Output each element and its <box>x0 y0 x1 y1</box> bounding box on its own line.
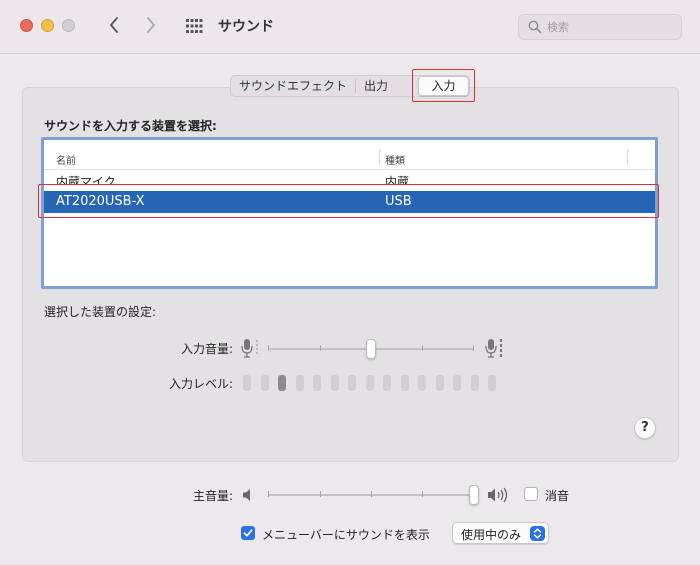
tab-input[interactable]: 入力 <box>418 76 469 96</box>
level-segment <box>453 375 461 391</box>
title-bar: サウンド <box>0 0 700 54</box>
mic-low-icon <box>241 339 258 358</box>
level-segment <box>260 375 269 391</box>
device-settings-heading: 選択した装置の設定: <box>44 305 157 319</box>
minimize-window-button[interactable] <box>41 19 54 32</box>
speaker-low-icon <box>243 489 250 501</box>
level-segment <box>278 375 286 391</box>
search-icon <box>528 20 542 34</box>
show-all-button[interactable] <box>185 17 203 35</box>
speaker-high-icon <box>488 487 508 503</box>
slider-tick <box>371 491 372 497</box>
mute-checkbox[interactable] <box>524 487 538 501</box>
column-divider <box>627 149 628 165</box>
chevron-right-icon <box>147 17 155 33</box>
slider-tick <box>320 345 321 351</box>
popup-value: 使用中のみ <box>461 528 522 542</box>
level-segment <box>488 375 496 391</box>
checkmark-icon <box>243 529 253 537</box>
row-highlight-box <box>38 184 659 218</box>
column-header-type[interactable]: 種類 <box>385 152 405 167</box>
slider-tick <box>268 491 269 497</box>
search-input[interactable] <box>547 18 677 36</box>
mic-high-icon <box>485 339 502 358</box>
level-segment <box>400 375 409 391</box>
popup-arrows <box>530 526 545 541</box>
level-segment <box>295 375 304 391</box>
level-segment <box>418 375 426 391</box>
window-title: サウンド <box>218 19 274 35</box>
level-segment <box>313 375 321 391</box>
input-volume-label: 入力音量: <box>180 342 233 356</box>
back-button[interactable] <box>104 14 124 36</box>
level-segment <box>243 375 251 391</box>
slider-tick <box>422 491 423 497</box>
level-segment <box>470 375 479 391</box>
device-name: 内蔵マイク <box>56 175 116 184</box>
main-volume-slider-knob[interactable] <box>469 485 479 505</box>
table-header: 名前 種類 <box>44 140 655 170</box>
level-segment <box>365 375 374 391</box>
tab-output[interactable]: 出力 <box>356 75 396 97</box>
slider-tick <box>268 345 269 351</box>
input-level-label: 入力レベル: <box>168 377 233 391</box>
show-in-menubar-checkbox[interactable] <box>241 526 255 540</box>
level-segment <box>383 375 391 391</box>
zoom-window-button[interactable] <box>62 19 75 32</box>
up-down-chevron-icon <box>533 528 542 539</box>
search-field[interactable] <box>518 14 682 40</box>
tab-sound-effects[interactable]: サウンドエフェクト <box>231 75 355 97</box>
grid-icon <box>186 19 203 33</box>
device-type: 内蔵 <box>385 175 410 184</box>
sound-preferences-window: サウンド サウンドエフェクト 出力 入力 サウンドを入力する装置を選択: 名前 … <box>0 0 700 565</box>
column-divider <box>379 149 380 165</box>
help-button[interactable]: ? <box>634 417 656 439</box>
slider-tick <box>422 345 423 351</box>
level-segment <box>435 375 444 391</box>
slider-tick <box>320 491 321 497</box>
level-segment <box>348 375 356 391</box>
mute-label: 消音 <box>545 489 570 503</box>
column-header-name[interactable]: 名前 <box>56 152 76 167</box>
chevron-left-icon <box>110 17 118 33</box>
close-window-button[interactable] <box>20 19 33 32</box>
menubar-mode-popup[interactable]: 使用中のみ <box>452 522 549 544</box>
level-segment <box>330 375 339 391</box>
slider-tick <box>473 345 474 351</box>
input-device-heading: サウンドを入力する装置を選択: <box>44 119 217 133</box>
show-in-menubar-label: メニューバーにサウンドを表示 <box>262 528 430 542</box>
input-volume-slider-knob[interactable] <box>366 339 376 359</box>
forward-button[interactable] <box>141 14 161 36</box>
main-volume-label: 主音量: <box>192 489 233 503</box>
table-row[interactable]: 内蔵マイク 内蔵 <box>44 170 655 184</box>
